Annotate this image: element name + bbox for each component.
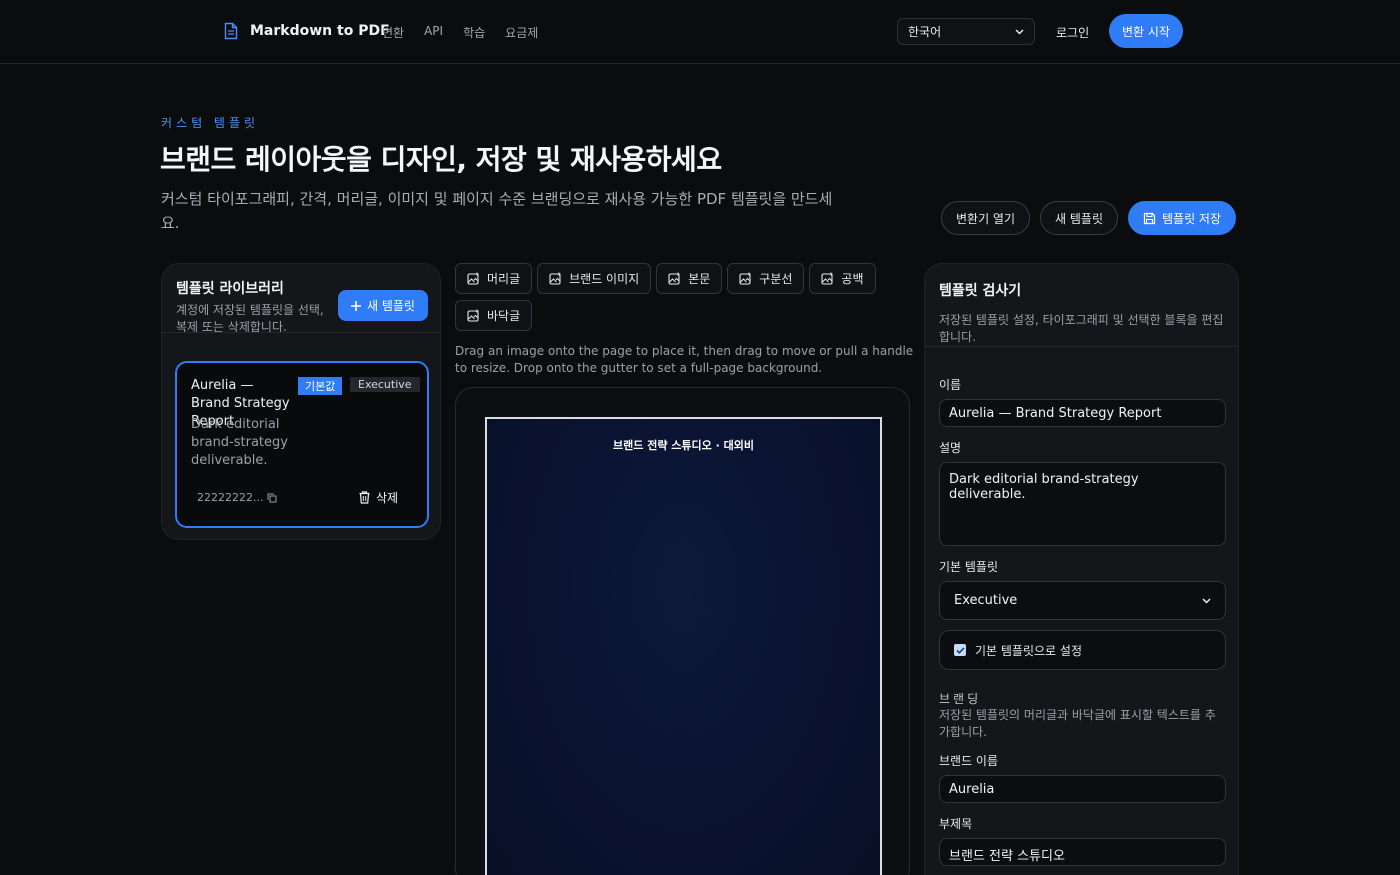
pdf-page-preview[interactable]: 브랜드 전략 스튜디오 · 대외비 <box>485 417 882 875</box>
block-toolbar: 머리글 브랜드 이미지 본문 구분선 공백 바닥글 <box>455 263 905 331</box>
save-template-button[interactable]: 템플릿 저장 <box>1128 201 1237 235</box>
block-label: 브랜드 이미지 <box>569 272 640 286</box>
delete-template-button[interactable]: 삭제 <box>359 489 398 506</box>
image-plus-icon <box>821 272 833 285</box>
save-template-label: 템플릿 저장 <box>1162 211 1222 226</box>
block-label: 본문 <box>688 272 711 286</box>
image-plus-icon <box>549 272 561 285</box>
add-spacer-block-button[interactable]: 공백 <box>809 263 876 294</box>
open-converter-label: 변환기 열기 <box>956 211 1016 226</box>
template-card[interactable]: Aurelia — Brand Strategy Report 기본값 Exec… <box>175 361 429 528</box>
brand-title: Markdown to PDF <box>250 23 390 39</box>
block-label: 머리글 <box>487 272 521 286</box>
image-plus-icon <box>467 309 479 322</box>
nav-links: 변환 API 학습 요금제 <box>382 24 538 41</box>
description-textarea[interactable]: Dark editorial brand-strategy deliverabl… <box>939 462 1226 546</box>
template-id[interactable]: 22222222... <box>197 491 277 504</box>
brand-link[interactable]: Markdown to PDF <box>224 22 390 40</box>
base-template-value: Executive <box>954 593 1018 608</box>
chevron-down-icon <box>1015 28 1024 35</box>
template-library-panel: 템플릿 라이브러리 계정에 저장된 템플릿을 선택, 복제 또는 삭제합니다. … <box>161 263 441 540</box>
library-new-template-button[interactable]: 새 템플릿 <box>338 290 428 321</box>
trash-icon <box>359 491 370 504</box>
save-icon <box>1143 212 1156 224</box>
add-footer-block-button[interactable]: 바닥글 <box>455 300 533 331</box>
library-description: 계정에 저장된 템플릿을 선택, 복제 또는 삭제합니다. <box>176 303 324 334</box>
document-icon <box>224 22 238 40</box>
add-header-block-button[interactable]: 머리글 <box>455 263 533 294</box>
page-title: 브랜드 레이아웃을 디자인, 저장 및 재사용하세요 <box>160 143 722 176</box>
subtitle-input[interactable]: 브랜드 전략 스튜디오 <box>939 838 1226 866</box>
divider <box>162 332 440 333</box>
add-body-block-button[interactable]: 본문 <box>656 263 723 294</box>
template-inspector-panel: 템플릿 검사기 저장된 템플릿 설정, 타이포그래피 및 선택한 블록을 편집합… <box>924 263 1239 875</box>
image-plus-icon <box>668 272 680 285</box>
new-template-label: 새 템플릿 <box>1055 211 1103 226</box>
plus-icon <box>351 300 361 311</box>
page-subtitle: 커스텀 타이포그래피, 간격, 머리글, 이미지 및 페이지 수준 브랜딩으로 … <box>161 190 833 232</box>
image-plus-icon <box>467 272 479 285</box>
language-select[interactable]: 한국어 <box>897 18 1035 45</box>
chevron-down-icon <box>1202 597 1211 604</box>
divider <box>925 346 1238 347</box>
default-template-toggle[interactable]: 기본 템플릿으로 설정 <box>939 630 1226 670</box>
new-template-button[interactable]: 새 템플릿 <box>1040 201 1118 235</box>
inspector-description: 저장된 템플릿 설정, 타이포그래피 및 선택한 블록을 편집합니다. <box>939 313 1224 344</box>
brand-name-input[interactable]: Aurelia <box>939 775 1226 803</box>
nav-link-learn[interactable]: 학습 <box>463 24 485 41</box>
block-label: 공백 <box>841 272 864 286</box>
delete-label: 삭제 <box>376 491 399 505</box>
branding-section-description: 저장된 템플릿의 머리글과 바닥글에 표시할 텍스트를 추가합니다. <box>939 708 1216 739</box>
nav-link-convert[interactable]: 변환 <box>382 24 404 41</box>
editor-hint: Drag an image onto the page to place it,… <box>455 344 914 375</box>
nav-link-pricing[interactable]: 요금제 <box>505 24 538 41</box>
start-conversion-button[interactable]: 변환 시작 <box>1109 14 1183 48</box>
inspector-title: 템플릿 검사기 <box>939 283 1022 299</box>
branding-section-label: 브랜딩 <box>939 692 982 706</box>
base-template-label: 기본 템플릿 <box>939 560 999 574</box>
nav-link-api[interactable]: API <box>424 24 443 41</box>
default-template-checkbox[interactable] <box>954 644 966 656</box>
description-label: 설명 <box>939 441 962 455</box>
block-label: 구분선 <box>759 272 793 286</box>
block-label: 바닥글 <box>487 309 521 323</box>
name-input[interactable]: Aurelia — Brand Strategy Report <box>939 399 1226 427</box>
base-template-select[interactable]: Executive <box>939 581 1226 620</box>
hero-actions: 변환기 열기 새 템플릿 템플릿 저장 <box>941 201 1237 235</box>
copy-icon[interactable] <box>267 493 277 503</box>
default-template-label: 기본 템플릿으로 설정 <box>975 643 1082 658</box>
open-converter-button[interactable]: 변환기 열기 <box>941 201 1031 235</box>
base-template-badge: Executive <box>350 377 420 392</box>
language-value: 한국어 <box>908 25 942 39</box>
top-nav: Markdown to PDF 변환 API 학습 요금제 한국어 로그인 변환… <box>0 0 1400 64</box>
template-id-value: 22222222... <box>197 491 264 504</box>
hero-eyebrow: 커스텀 템플릿 <box>161 116 260 130</box>
subtitle-label: 부제목 <box>939 817 973 831</box>
page-header-block[interactable]: 브랜드 전략 스튜디오 · 대외비 <box>487 437 880 453</box>
library-new-label: 새 템플릿 <box>367 299 415 313</box>
image-plus-icon <box>739 272 751 285</box>
add-divider-block-button[interactable]: 구분선 <box>727 263 805 294</box>
default-badge: 기본값 <box>298 377 343 395</box>
login-link[interactable]: 로그인 <box>1056 24 1089 41</box>
name-label: 이름 <box>939 378 962 392</box>
check-icon <box>955 646 965 654</box>
template-card-description: Dark editorial brand-strategy deliverabl… <box>191 417 288 468</box>
brand-name-label: 브랜드 이름 <box>939 754 999 768</box>
page-canvas[interactable]: 브랜드 전략 스튜디오 · 대외비 <box>455 387 910 875</box>
add-brand-image-block-button[interactable]: 브랜드 이미지 <box>537 263 652 294</box>
